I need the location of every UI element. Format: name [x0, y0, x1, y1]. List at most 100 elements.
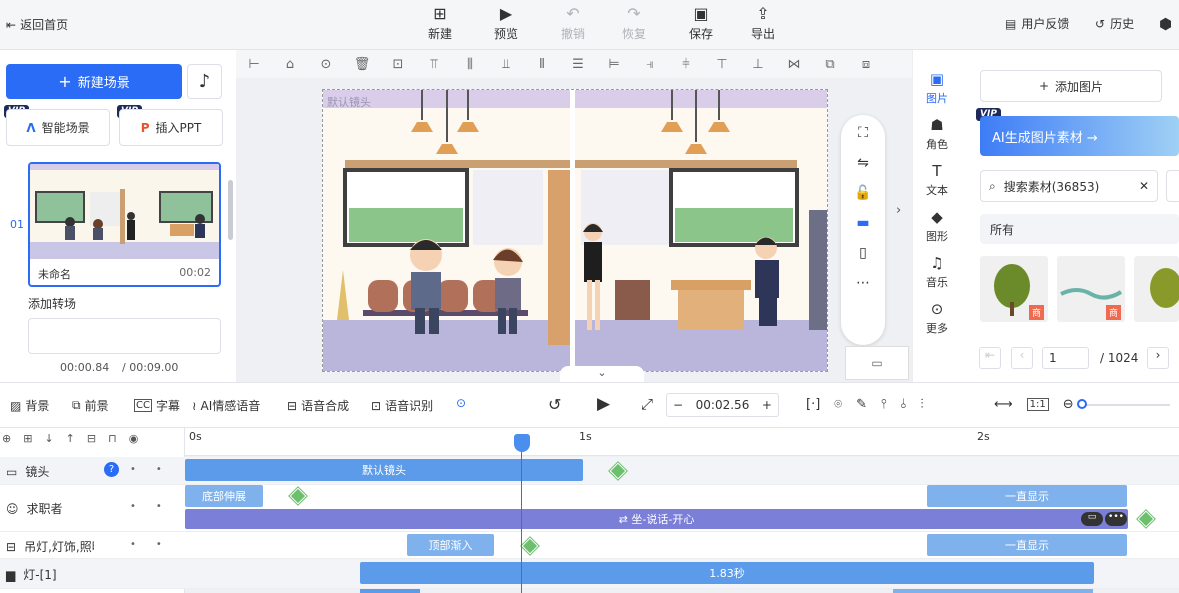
- close-icon[interactable]: ✕: [1139, 179, 1149, 193]
- add-image-button[interactable]: + 添加图片: [980, 70, 1162, 102]
- align-t-icon[interactable]: ⊤: [704, 57, 740, 72]
- undo-button[interactable]: ↶ 撤销: [548, 5, 598, 42]
- tab-shape[interactable]: ◆ 图形: [913, 208, 961, 244]
- distribute-v-icon[interactable]: ☰: [560, 57, 596, 72]
- transition-slot[interactable]: [28, 318, 221, 354]
- save-button[interactable]: ▣ 保存: [676, 5, 726, 42]
- flip-icon[interactable]: ⇋: [857, 155, 869, 171]
- more-tools-button[interactable]: ⊙: [456, 396, 466, 410]
- redo-button[interactable]: ↷ 恢复: [609, 5, 659, 42]
- tab-character[interactable]: ☗ 角色: [913, 116, 961, 152]
- track-toggles[interactable]: ••: [130, 539, 182, 550]
- action-clip[interactable]: ⇄ 坐-说话-开心: [185, 509, 1128, 529]
- plus-icon[interactable]: +: [762, 398, 772, 412]
- clip-more-icon[interactable]: •••: [1105, 512, 1127, 526]
- move-up-icon[interactable]: ↑: [66, 432, 75, 445]
- tab-image[interactable]: ▣ 图片: [913, 70, 961, 106]
- move-down-icon[interactable]: ↓: [44, 432, 53, 445]
- camera-icon[interactable]: ⌾: [834, 397, 842, 412]
- prev-page-button[interactable]: ‹: [1011, 347, 1033, 369]
- fullscreen-icon[interactable]: ⤢: [641, 395, 653, 413]
- delete-icon[interactable]: ⊟: [87, 432, 96, 445]
- scene-scrollbar[interactable]: [228, 180, 233, 240]
- focus-icon[interactable]: ⊡: [380, 57, 416, 72]
- more-icon[interactable]: ⋯: [856, 275, 870, 291]
- music-button[interactable]: ♪: [187, 64, 222, 99]
- history-button[interactable]: ↺ 历史: [1095, 15, 1134, 32]
- scene-card[interactable]: 未命名 00:02: [28, 162, 221, 287]
- bracket-icon[interactable]: [·]: [806, 397, 820, 412]
- phone-icon[interactable]: ▯: [859, 245, 867, 261]
- minimap[interactable]: ▭: [845, 346, 909, 380]
- new-scene-button[interactable]: + 新建场景: [6, 64, 182, 99]
- track-toggles[interactable]: ••: [130, 464, 182, 475]
- eye-icon[interactable]: ◉: [129, 432, 139, 445]
- zoom-out-icon[interactable]: ⊖: [1063, 397, 1074, 412]
- back-home-button[interactable]: ⇤ 返回首页: [6, 16, 68, 33]
- lock-icon[interactable]: 🔓: [854, 185, 871, 201]
- align-center-icon[interactable]: ⫼: [452, 57, 488, 72]
- stage-canvas[interactable]: 默认镜头: [322, 89, 828, 372]
- asset-tree-2[interactable]: [1134, 256, 1179, 322]
- monitor-icon[interactable]: ▬: [856, 215, 869, 231]
- filter-button[interactable]: [1166, 170, 1179, 202]
- align-r-icon[interactable]: ⫣: [632, 57, 668, 72]
- edit-icon[interactable]: ✎: [856, 397, 867, 412]
- align-l-icon[interactable]: ⊨: [596, 57, 632, 72]
- distribute-h-icon[interactable]: ⫴: [524, 57, 560, 72]
- feedback-button[interactable]: ▤ 用户反馈: [1005, 15, 1069, 32]
- track-toggles[interactable]: ••: [130, 501, 182, 512]
- trash-icon[interactable]: 🗑: [344, 57, 380, 72]
- copy-icon[interactable]: ⧉: [812, 57, 848, 72]
- time-value[interactable]: 00:02.56: [696, 398, 750, 412]
- always-show-clip[interactable]: 一直显示: [927, 485, 1127, 507]
- export-button[interactable]: ⇪ 导出: [738, 5, 788, 42]
- expand-panel-icon[interactable]: ›: [896, 203, 901, 218]
- lock-icon[interactable]: ⊓: [108, 432, 117, 445]
- settings-icon[interactable]: ⬢: [1159, 15, 1172, 33]
- fit-screen-icon[interactable]: ⛶: [858, 125, 868, 141]
- bottom-expand-clip[interactable]: 底部伸展: [185, 485, 263, 507]
- tts-button[interactable]: ⊟ 语音合成: [287, 397, 349, 414]
- speech-bubble-icon[interactable]: ▭: [1081, 512, 1103, 526]
- asset-search[interactable]: ⌕ 搜索素材(36853) ✕: [980, 170, 1158, 202]
- align-left-icon[interactable]: ⊢: [236, 57, 272, 72]
- lamp-duration-clip[interactable]: 1.83秒: [360, 562, 1094, 584]
- category-select[interactable]: 所有: [980, 214, 1179, 244]
- trim-icon[interactable]: ⫰: [901, 397, 907, 412]
- zoom-slider[interactable]: [1080, 404, 1170, 406]
- asr-button[interactable]: ⊡ 语音识别: [371, 397, 433, 414]
- align-top-icon[interactable]: ⫪: [416, 57, 452, 72]
- ai-voice-button[interactable]: ≀ AI情感语音: [192, 397, 260, 414]
- replay-icon[interactable]: ↺: [548, 395, 561, 414]
- subtitle-button[interactable]: CC 字幕: [134, 397, 180, 414]
- one-to-one-icon[interactable]: 1:1: [1026, 398, 1049, 411]
- foreground-button[interactable]: ⧉ 前景: [72, 397, 109, 414]
- minus-icon[interactable]: −: [673, 398, 683, 412]
- adjust-icon[interactable]: ⫶: [920, 397, 923, 412]
- play-button[interactable]: ▶: [597, 394, 610, 414]
- home-icon[interactable]: ⌂: [272, 57, 308, 72]
- align-b-icon[interactable]: ⊥: [740, 57, 776, 72]
- background-button[interactable]: ▨ 背景: [10, 397, 49, 414]
- tab-text[interactable]: T 文本: [913, 162, 961, 198]
- align-mid-icon[interactable]: ⫩: [668, 57, 704, 72]
- folder-icon[interactable]: ⊞: [23, 432, 32, 445]
- collapse-stage-button[interactable]: ⌄: [560, 366, 644, 382]
- help-icon[interactable]: ?: [104, 462, 119, 477]
- page-input[interactable]: 1: [1042, 347, 1089, 369]
- tab-music[interactable]: ♫ 音乐: [913, 254, 961, 290]
- asset-grass[interactable]: 商: [1057, 256, 1125, 322]
- align-bottom-icon[interactable]: ⫫: [488, 57, 524, 72]
- zoom-slider-handle[interactable]: [1077, 399, 1087, 409]
- add-folder-icon[interactable]: ⊕: [2, 432, 11, 445]
- new-button[interactable]: ⊞ 新建: [415, 5, 465, 42]
- always-show-clip[interactable]: 一直显示: [927, 534, 1127, 556]
- preview-button[interactable]: ▶ 预览: [481, 5, 531, 42]
- paste-icon[interactable]: ⧈: [848, 57, 884, 72]
- smart-scene-button[interactable]: Λ 智能场景: [6, 109, 110, 146]
- time-stepper[interactable]: − 00:02.56 +: [666, 393, 779, 417]
- camera-clip[interactable]: 默认镜头: [185, 459, 583, 481]
- insert-ppt-button[interactable]: P 插入PPT: [119, 109, 223, 146]
- search-input[interactable]: 搜索素材(36853): [1004, 178, 1131, 195]
